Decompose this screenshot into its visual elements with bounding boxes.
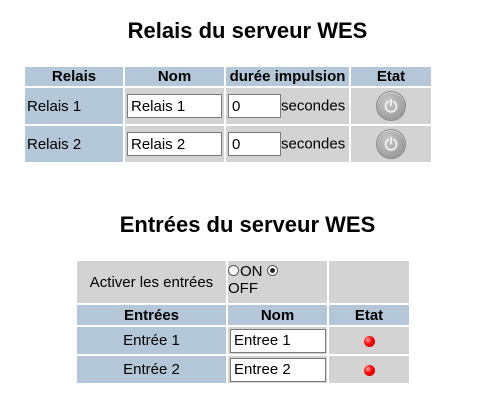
relay-row: Relais 1 secondes [25,88,431,124]
relay-name-cell [125,88,224,124]
input-label: Entrée 2 [77,356,226,383]
red-led-icon [363,335,375,347]
power-icon[interactable] [376,129,406,159]
input-state-cell [329,327,409,354]
pulse-unit-label: secondes [281,135,346,153]
header-relay: Relais [25,67,123,86]
relay-state-cell [351,88,431,124]
activate-row: Activer les entrées ON OFF [77,261,409,303]
activate-radio-cell: ON OFF [228,261,327,303]
relay-name-input[interactable] [127,94,222,118]
header-state: Etat [329,305,409,325]
relay-pulse-input[interactable] [228,94,281,118]
input-name-cell [228,327,327,354]
activate-label: Activer les entrées [77,261,226,303]
header-state: Etat [351,67,431,86]
inputs-table: Activer les entrées ON OFF Entrées Nom E… [75,259,411,385]
pulse-unit-label: secondes [281,97,346,115]
header-name: Nom [125,67,224,86]
relay-label: Relais 2 [25,126,123,162]
inputs-title: Entrées du serveur WES [119,212,376,237]
relays-title: Relais du serveur WES [127,18,368,43]
relay-label: Relais 1 [25,88,123,124]
relays-header-row: Relais Nom durée impulsion Etat [25,67,431,86]
relay-state-cell [351,126,431,162]
relay-row: Relais 2 secondes [25,126,431,162]
header-pulse: durée impulsion [226,67,349,86]
input-state-cell [329,356,409,383]
header-input: Entrées [77,305,226,325]
relays-table: Relais Nom durée impulsion Etat Relais 1… [23,65,433,164]
input-name-cell [228,356,327,383]
radio-off-label: OFF [228,280,258,297]
header-name: Nom [228,305,327,325]
relay-pulse-input[interactable] [228,132,281,156]
relay-pulse-cell: secondes [226,88,349,124]
input-name-field[interactable] [230,328,326,353]
radio-off[interactable] [266,265,278,276]
empty-cell [329,261,409,303]
red-led-icon [363,364,375,376]
input-label: Entrée 1 [77,327,226,354]
inputs-header-row: Entrées Nom Etat [77,305,409,325]
relay-pulse-cell: secondes [226,126,349,162]
radio-on-label: ON [240,263,263,280]
input-name-field[interactable] [230,357,326,382]
power-icon[interactable] [376,91,406,121]
input-row: Entrée 1 [77,327,409,354]
radio-on[interactable] [228,265,239,276]
input-row: Entrée 2 [77,356,409,383]
relay-name-cell [125,126,224,162]
relay-name-input[interactable] [127,132,222,156]
